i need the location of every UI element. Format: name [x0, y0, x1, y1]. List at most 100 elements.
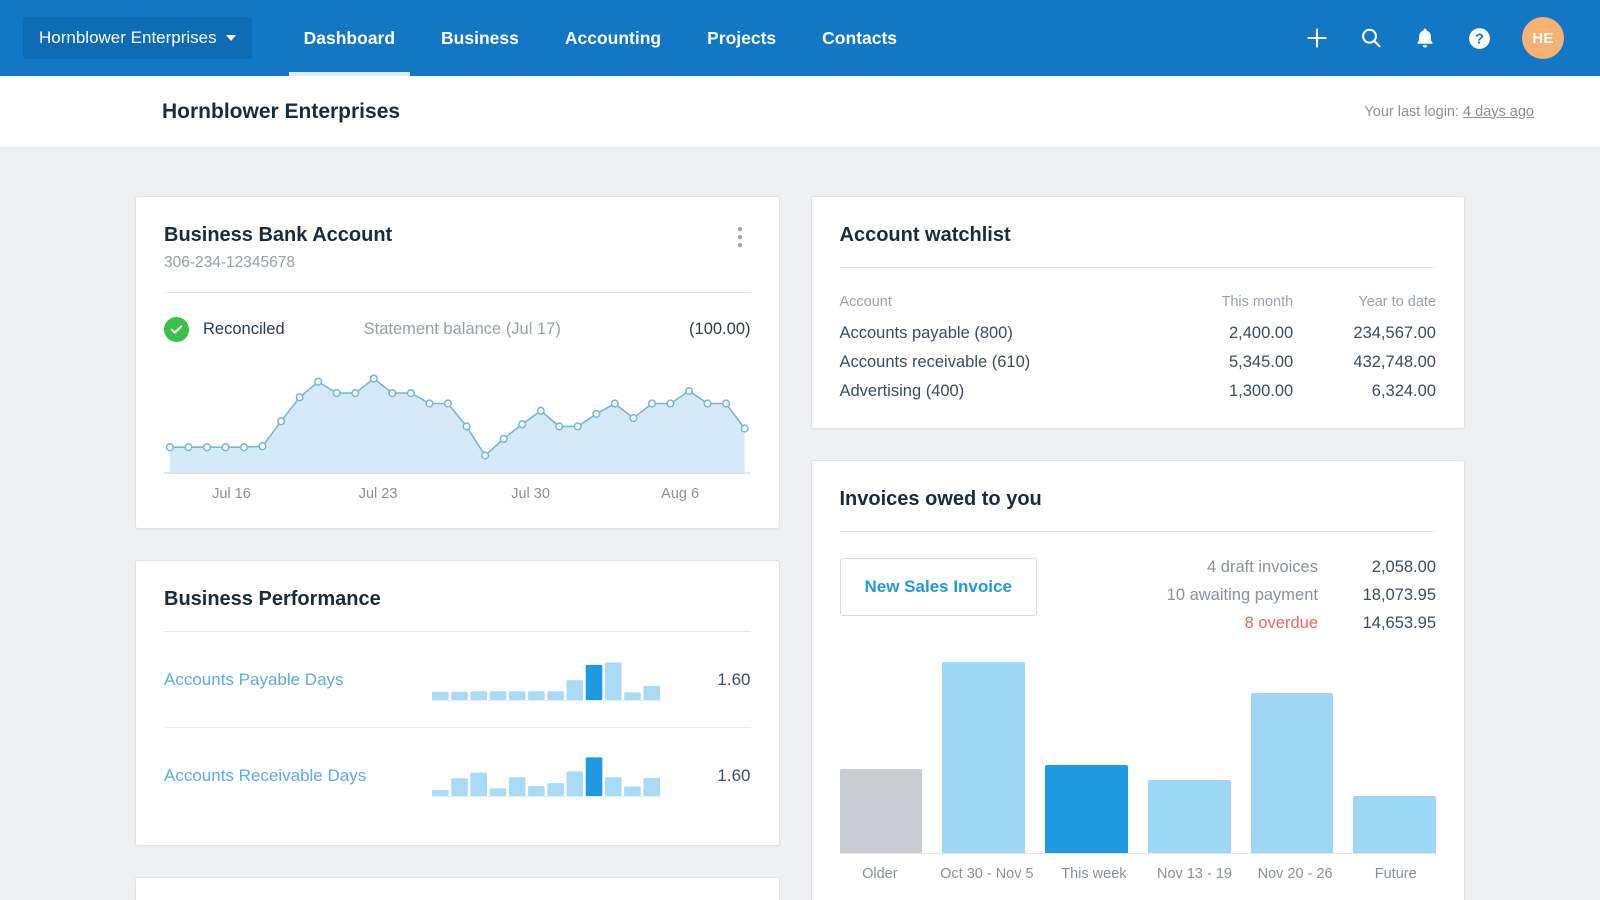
sparkbar	[451, 778, 468, 796]
last-login-link[interactable]: 4 days ago	[1463, 104, 1534, 120]
invoice-stat-overdue[interactable]: 8 overdue 14,653.95	[1167, 614, 1436, 633]
cell-account: Accounts receivable (610)	[839, 353, 1031, 371]
cell-account: Accounts payable (800)	[839, 324, 1013, 342]
check-circle-icon	[164, 317, 189, 342]
sparkbar	[508, 777, 526, 796]
performance-card-title: Business Performance	[164, 588, 381, 610]
main-nav-tabs: Dashboard Business Accounting Projects C…	[281, 0, 920, 76]
sparkbar	[585, 757, 603, 796]
reconciled-label: Reconciled	[203, 320, 285, 338]
sparkline-tick-label: Jul 23	[358, 486, 398, 502]
invoice-stats: 4 draft invoices 2,058.00 10 awaiting pa…	[1167, 558, 1436, 642]
sparkbar	[489, 788, 507, 796]
accounts-receivable-days-sparkbars	[432, 757, 660, 798]
invoice-bar-label: Nov 13 - 19	[1157, 866, 1232, 882]
nav-tab-contacts[interactable]: Contacts	[799, 0, 920, 76]
nav-tab-business[interactable]: Business	[418, 0, 542, 76]
sparkbar	[547, 691, 564, 700]
invoices-summary-row: New Sales Invoice 4 draft invoices 2,058…	[839, 558, 1436, 642]
accounts-payable-days-link[interactable]: Accounts Payable Days	[164, 670, 432, 690]
org-switcher-label: Hornblower Enterprises	[39, 28, 217, 47]
invoice-bar-chart-labels: Older Oct 30 - Nov 5 This week Nov 13 - 19 N…	[840, 866, 1437, 882]
invoice-bar[interactable]	[942, 662, 1025, 853]
accounts-receivable-days-value: 1.60	[717, 766, 751, 785]
org-switcher-button[interactable]: Hornblower Enterprises	[23, 17, 252, 59]
invoice-stat-draft[interactable]: 4 draft invoices 2,058.00	[1167, 558, 1436, 577]
invoice-bar[interactable]	[1353, 795, 1436, 853]
invoice-bar-label: Oct 30 - Nov 5	[940, 866, 1034, 882]
bank-balance-sparkline	[164, 356, 751, 474]
invoice-bar[interactable]	[1147, 780, 1231, 853]
invoice-stat-amount: 18,073.95	[1362, 586, 1436, 604]
sparkline-tick-label: Jul 16	[212, 486, 251, 502]
statement-balance-value: (100.00)	[689, 320, 751, 338]
invoice-bar-label: This week	[1061, 866, 1127, 882]
nav-tab-dashboard[interactable]: Dashboard	[281, 0, 418, 76]
table-row[interactable]: Accounts payable (800) 2,400.00 234,567.…	[840, 319, 1437, 348]
nav-tab-label: Business	[441, 27, 519, 48]
new-sales-invoice-button[interactable]: New Sales Invoice	[839, 558, 1037, 616]
divider	[164, 292, 751, 293]
cell-ytd: 234,567.00	[1353, 324, 1436, 342]
search-icon[interactable]	[1359, 26, 1383, 50]
help-icon[interactable]: ?	[1467, 26, 1492, 51]
nav-tab-label: Contacts	[822, 27, 898, 48]
statement-balance-label: Statement balance (Jul 17)	[363, 320, 561, 338]
sparkbar	[585, 664, 603, 700]
sparkbar	[643, 685, 660, 700]
cell-this-month: 1,300.00	[1228, 382, 1294, 400]
invoice-bar[interactable]	[839, 768, 923, 853]
bank-card-header: Business Bank Account 306-234-12345678	[164, 223, 751, 272]
column-header-account: Account	[839, 294, 892, 310]
invoice-bar-label: Nov 20 - 26	[1257, 866, 1333, 882]
invoice-stat-awaiting[interactable]: 10 awaiting payment 18,073.95	[1167, 586, 1436, 605]
accounts-receivable-days-link[interactable]: Accounts Receivable Days	[164, 766, 432, 786]
business-performance-card: Business Performance Accounts Payable Da…	[135, 560, 780, 846]
cell-this-month: 2,400.00	[1228, 324, 1294, 342]
bank-card-title: Business Bank Account	[164, 224, 393, 246]
watchlist-table: Account This month Year to date Accounts…	[840, 294, 1437, 406]
sparkbar	[547, 783, 564, 796]
invoice-bar[interactable]	[1045, 765, 1128, 853]
nav-actions: ? HE	[1305, 17, 1580, 59]
invoice-bar-chart	[839, 662, 1436, 854]
avatar-initials: HE	[1532, 29, 1554, 47]
sparkline-tick-label: Jul 30	[511, 486, 550, 502]
invoices-owed-by-week: Older Oct 30 - Nov 5 This week Nov 13 - 19 N…	[839, 662, 1437, 882]
sparkbar	[508, 691, 526, 700]
page-subheader: Hornblower Enterprises Your last login: …	[0, 76, 1600, 148]
sparkbar	[470, 772, 488, 796]
bell-icon[interactable]	[1413, 26, 1437, 50]
bank-reconcile-row: Reconciled Statement balance (Jul 17) (1…	[164, 317, 751, 342]
sparkbar	[451, 691, 468, 700]
more-vertical-icon[interactable]	[729, 223, 751, 251]
invoice-stat-amount: 14,653.95	[1362, 614, 1436, 632]
sparkbar	[528, 786, 545, 796]
invoice-bar[interactable]	[1250, 692, 1334, 853]
divider	[839, 531, 1436, 532]
avatar[interactable]: HE	[1522, 17, 1564, 59]
plus-icon[interactable]	[1305, 26, 1329, 50]
nav-tab-label: Accounting	[564, 27, 662, 48]
table-header-row: Account This month Year to date	[840, 294, 1437, 319]
invoice-bar-label: Future	[1374, 866, 1417, 882]
page-title: Hornblower Enterprises	[162, 99, 401, 123]
performance-row-payable: Accounts Payable Days 1.60	[164, 632, 751, 727]
table-row[interactable]: Accounts receivable (610) 5,345.00 432,7…	[840, 348, 1437, 377]
top-navigation-bar: Hornblower Enterprises Dashboard Busines…	[0, 0, 1600, 76]
sparkbar	[528, 691, 545, 700]
nav-tab-label: Dashboard	[303, 27, 396, 48]
sparkbar	[604, 777, 622, 796]
chevron-down-icon	[225, 35, 236, 41]
table-row[interactable]: Advertising (400) 1,300.00 6,324.00	[840, 377, 1437, 406]
invoice-stat-amount: 2,058.00	[1371, 558, 1436, 576]
nav-tab-accounting[interactable]: Accounting	[542, 0, 684, 76]
nav-tab-projects[interactable]: Projects	[684, 0, 799, 76]
cell-ytd: 6,324.00	[1371, 382, 1436, 400]
bank-account-number: 306-234-12345678	[164, 254, 296, 271]
accounts-payable-days-sparkbars	[432, 662, 660, 702]
sparkbar	[432, 691, 449, 700]
business-bank-account-card: Business Bank Account 306-234-12345678 R…	[135, 196, 780, 529]
accounts-payable-days-value: 1.60	[717, 670, 751, 689]
nav-tab-label: Projects	[707, 27, 777, 48]
